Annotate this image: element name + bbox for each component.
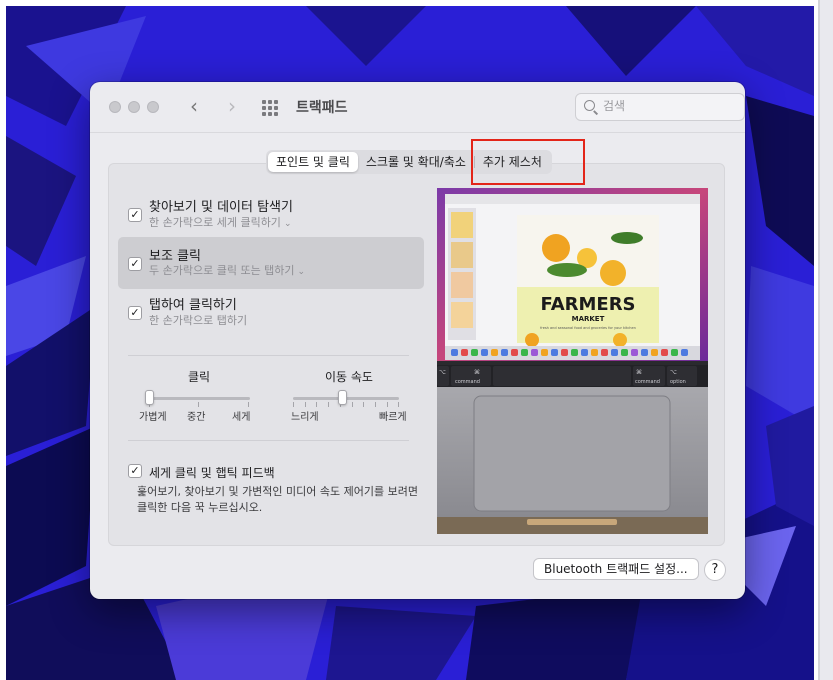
search-icon	[584, 100, 595, 111]
close-window-button[interactable]	[109, 101, 121, 113]
tick-label: 중간	[187, 412, 206, 423]
bluetooth-trackpad-settings-button[interactable]: Bluetooth 트랙패드 설정...	[533, 558, 699, 580]
slider-tick	[198, 402, 199, 407]
click-slider-track[interactable]	[148, 397, 250, 400]
secondary-click-checkbox[interactable]: ✓	[128, 257, 142, 271]
force-click-checkbox[interactable]: ✓	[128, 464, 142, 478]
search-input[interactable]	[603, 99, 733, 113]
toolbar-divider	[90, 132, 745, 133]
command-key-glyph: ⌘	[474, 369, 480, 376]
chevron-left-icon[interactable]: ‹	[190, 95, 198, 117]
macbook-illustration: FARMERS MARKET fresh and seasonal food a…	[437, 188, 708, 534]
slider-tick	[316, 402, 317, 407]
option-subtitle-dropdown[interactable]: 두 손가락으로 클릭 또는 탭하기 ⌄	[149, 262, 305, 278]
option-lookup-data-detectors[interactable]: ✓ 찾아보기 및 데이터 탐색기 한 손가락으로 세게 클릭하기 ⌄	[118, 188, 424, 230]
option-subtitle: 한 손가락으로 탭하기	[149, 314, 248, 327]
grid-icon[interactable]	[262, 100, 278, 116]
option-tap-to-click[interactable]: ✓ 탭하여 클릭하기 한 손가락으로 탭하기	[118, 294, 424, 336]
slider-tick	[248, 402, 249, 407]
slider-tick	[398, 402, 399, 407]
slider-tick	[328, 402, 329, 407]
tab-point-click[interactable]: 포인트 및 클릭	[268, 152, 358, 172]
search-field[interactable]	[575, 93, 745, 121]
tick-label: 느리게	[291, 412, 319, 423]
checkmark-icon: ✓	[130, 257, 140, 270]
chevron-right-icon[interactable]: ›	[228, 95, 236, 117]
checkmark-icon: ✓	[130, 464, 140, 477]
annotation-highlight-box	[471, 139, 585, 185]
chevron-down-icon: ⌄	[283, 219, 292, 229]
slider-tick	[363, 402, 364, 407]
option-secondary-click[interactable]: ✓ 보조 클릭 두 손가락으로 클릭 또는 탭하기 ⌄	[118, 237, 424, 289]
slider-tick	[352, 402, 353, 407]
force-click-title: 세게 클릭 및 햅틱 피드백	[149, 466, 275, 480]
tracking-speed-title: 이동 속도	[325, 370, 373, 384]
command-key-label: command	[455, 379, 480, 385]
tracking-slider-knob[interactable]	[338, 390, 347, 405]
slider-tick	[375, 402, 376, 407]
option-key-glyph: ⌥	[439, 369, 446, 376]
tick-label: 가볍게	[139, 412, 167, 423]
click-slider-knob[interactable]	[145, 390, 154, 405]
poster-tagline: fresh and seasonal food and groceries fo…	[540, 326, 636, 330]
option-title: 탭하여 클릭하기	[149, 298, 237, 313]
slider-tick	[293, 402, 294, 407]
gesture-preview-image: FARMERS MARKET fresh and seasonal food a…	[437, 188, 708, 534]
checkmark-icon: ✓	[130, 306, 140, 319]
click-slider-title: 클릭	[187, 370, 211, 384]
option-title: 찾아보기 및 데이터 탐색기	[149, 200, 293, 215]
option-subtitle-dropdown[interactable]: 한 손가락으로 세게 클릭하기 ⌄	[149, 214, 291, 230]
checkmark-icon: ✓	[130, 208, 140, 221]
poster-title: FARMERS	[540, 294, 635, 315]
chevron-down-icon: ⌄	[297, 267, 306, 277]
window-edge-strip	[818, 0, 833, 680]
tap-to-click-checkbox[interactable]: ✓	[128, 306, 142, 320]
command-key-glyph-right: ⌘	[636, 369, 642, 376]
help-button[interactable]: ?	[704, 559, 726, 581]
tab-scroll-zoom[interactable]: 스크롤 및 확대/축소	[358, 152, 474, 172]
window-title: 트랙패드	[296, 100, 348, 116]
poster-subtitle: MARKET	[572, 315, 605, 323]
tick-label: 빠르게	[379, 412, 407, 423]
system-preferences-window: ‹ › 트랙패드 포인트 및 클릭 스크롤 및 확대/축소 추가 제스처 ✓ 찾…	[90, 82, 745, 599]
lookup-checkbox[interactable]: ✓	[128, 208, 142, 222]
command-key-label-right: command	[635, 379, 660, 385]
force-click-description: 훑어보기, 찾아보기 및 가변적인 미디어 속도 제어기를 보려면 클릭한 다음…	[137, 485, 418, 514]
tick-label: 세게	[232, 412, 251, 423]
divider	[128, 355, 409, 356]
divider	[128, 440, 409, 441]
option-key-glyph-right: ⌥	[670, 369, 677, 376]
slider-tick	[305, 402, 306, 407]
zoom-window-button[interactable]	[147, 101, 159, 113]
minimize-window-button[interactable]	[128, 101, 140, 113]
option-key-label-right: option	[670, 379, 686, 385]
slider-tick	[387, 402, 388, 407]
